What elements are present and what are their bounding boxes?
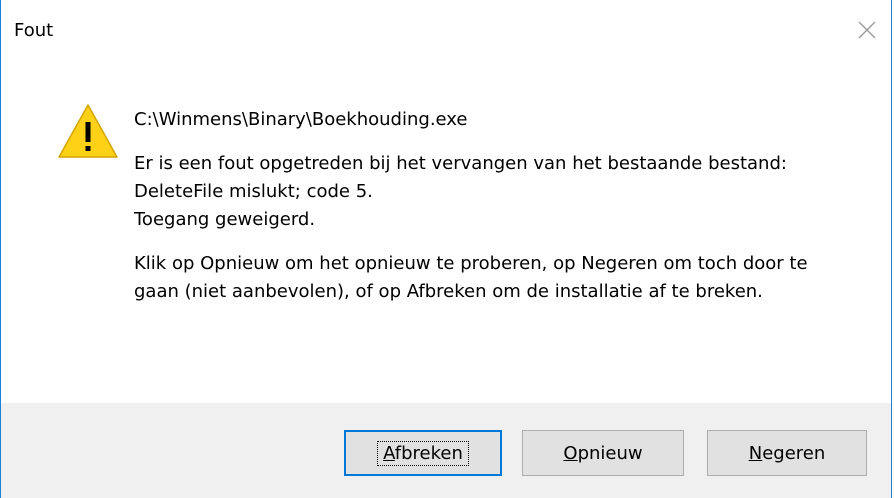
ignore-button[interactable]: Negeren — [707, 430, 867, 476]
error-line-1: Er is een fout opgetreden bij het vervan… — [134, 153, 787, 174]
button-bar: Afbreken Opnieuw Negeren — [1, 403, 891, 498]
message-text: C:\Winmens\Binary\Boekhouding.exe Er is … — [134, 106, 854, 306]
close-button[interactable] — [851, 14, 883, 46]
retry-button-label: Opnieuw — [563, 442, 643, 464]
ignore-button-label: Negeren — [748, 442, 826, 464]
close-icon — [858, 21, 876, 39]
retry-button[interactable]: Opnieuw — [522, 430, 684, 476]
error-line-2: DeleteFile mislukt; code 5. — [134, 181, 373, 202]
abort-button-label: Afbreken — [377, 440, 469, 466]
error-line-3: Toegang geweigerd. — [134, 209, 316, 230]
warning-icon — [58, 104, 118, 158]
abort-button[interactable]: Afbreken — [344, 430, 502, 476]
dialog-content: C:\Winmens\Binary\Boekhouding.exe Er is … — [1, 62, 891, 403]
window-title: Fout — [14, 20, 54, 41]
title-bar: Fout — [1, 0, 891, 62]
instruction-text: Klik op Opnieuw om het opnieuw te prober… — [134, 253, 808, 302]
file-path: C:\Winmens\Binary\Boekhouding.exe — [134, 109, 468, 130]
error-dialog: Fout C:\Winmens\Binary\Boekhouding.exe E… — [0, 0, 892, 498]
